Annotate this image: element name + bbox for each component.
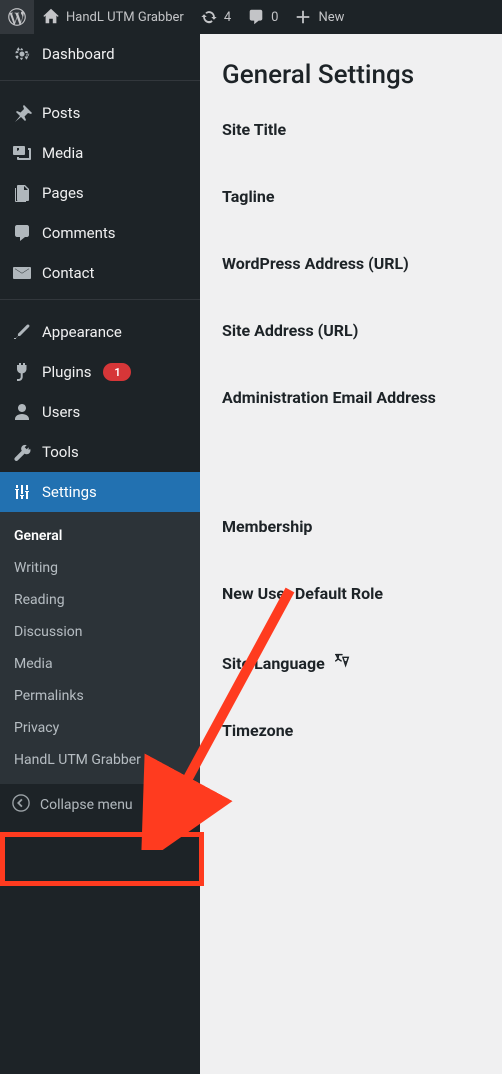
comments-link[interactable]: 0 [239, 0, 286, 34]
menu-separator [0, 80, 200, 87]
field-site-language: Site Language [222, 651, 480, 673]
submenu-discussion[interactable]: Discussion [0, 616, 200, 648]
wrench-icon [12, 442, 32, 462]
pages-icon [12, 183, 32, 203]
menu-comments[interactable]: Comments [0, 213, 200, 253]
plug-icon [12, 362, 32, 382]
user-icon [12, 402, 32, 422]
translate-icon [333, 651, 351, 669]
comment-icon [247, 8, 265, 26]
settings-general-page: General Settings Site Title Tagline Word… [200, 34, 502, 1074]
dashboard-icon [12, 44, 32, 64]
submenu-reading[interactable]: Reading [0, 584, 200, 616]
media-icon [12, 143, 32, 163]
menu-dashboard[interactable]: Dashboard [0, 34, 200, 74]
field-site-title: Site Title [222, 120, 480, 139]
menu-label: Appearance [42, 323, 122, 341]
sliders-icon [12, 482, 32, 502]
menu-contact[interactable]: Contact [0, 253, 200, 293]
admin-bar: HandL UTM Grabber 4 0 New [0, 0, 502, 34]
comments-count: 0 [271, 10, 278, 25]
menu-label: Tools [42, 443, 79, 461]
menu-label: Pages [42, 184, 84, 202]
field-wp-address: WordPress Address (URL) [222, 254, 480, 273]
menu-posts[interactable]: Posts [0, 93, 200, 133]
wp-logo[interactable] [0, 0, 34, 34]
plugins-update-badge: 1 [103, 363, 131, 381]
menu-users[interactable]: Users [0, 392, 200, 432]
menu-label: Contact [42, 264, 94, 282]
field-membership: Membership [222, 517, 480, 536]
submenu-permalinks[interactable]: Permalinks [0, 680, 200, 712]
brush-icon [12, 322, 32, 342]
plus-icon [294, 8, 312, 26]
admin-menu: Dashboard Posts Media Pages Comments Con… [0, 34, 200, 1074]
menu-settings[interactable]: Settings [0, 472, 200, 512]
menu-pages[interactable]: Pages [0, 173, 200, 213]
menu-media[interactable]: Media [0, 133, 200, 173]
new-label: New [318, 10, 344, 25]
comments-icon [12, 223, 32, 243]
menu-label: Comments [42, 224, 116, 242]
field-new-user-role: New User Default Role [222, 584, 480, 603]
field-tagline: Tagline [222, 187, 480, 206]
collapse-label: Collapse menu [40, 797, 133, 813]
new-content-link[interactable]: New [286, 0, 352, 34]
collapse-menu[interactable]: Collapse menu [0, 784, 200, 826]
menu-separator [0, 299, 200, 306]
menu-label: Users [42, 403, 80, 421]
field-admin-email: Administration Email Address [222, 388, 480, 407]
wordpress-icon [8, 8, 26, 26]
menu-label: Dashboard [42, 45, 115, 63]
field-timezone: Timezone [222, 721, 480, 740]
collapse-icon [12, 794, 30, 816]
menu-tools[interactable]: Tools [0, 432, 200, 472]
home-icon [42, 8, 60, 26]
menu-label: Settings [42, 483, 97, 501]
submenu-handl-utm-grabber[interactable]: HandL UTM Grabber [0, 744, 200, 776]
submenu-general[interactable]: General [0, 520, 200, 552]
page-title: General Settings [222, 60, 480, 90]
refresh-icon [200, 8, 218, 26]
field-site-address: Site Address (URL) [222, 321, 480, 340]
updates-count: 4 [224, 10, 231, 25]
menu-label: Posts [42, 104, 80, 122]
updates-link[interactable]: 4 [192, 0, 239, 34]
menu-label: Plugins [42, 363, 91, 381]
submenu-writing[interactable]: Writing [0, 552, 200, 584]
menu-label: Media [42, 144, 83, 162]
site-name: HandL UTM Grabber [66, 10, 184, 25]
site-name-link[interactable]: HandL UTM Grabber [34, 0, 192, 34]
pin-icon [12, 103, 32, 123]
submenu-media[interactable]: Media [0, 648, 200, 680]
settings-submenu: General Writing Reading Discussion Media… [0, 512, 200, 784]
menu-appearance[interactable]: Appearance [0, 312, 200, 352]
envelope-icon [12, 263, 32, 283]
menu-plugins[interactable]: Plugins 1 [0, 352, 200, 392]
submenu-privacy[interactable]: Privacy [0, 712, 200, 744]
